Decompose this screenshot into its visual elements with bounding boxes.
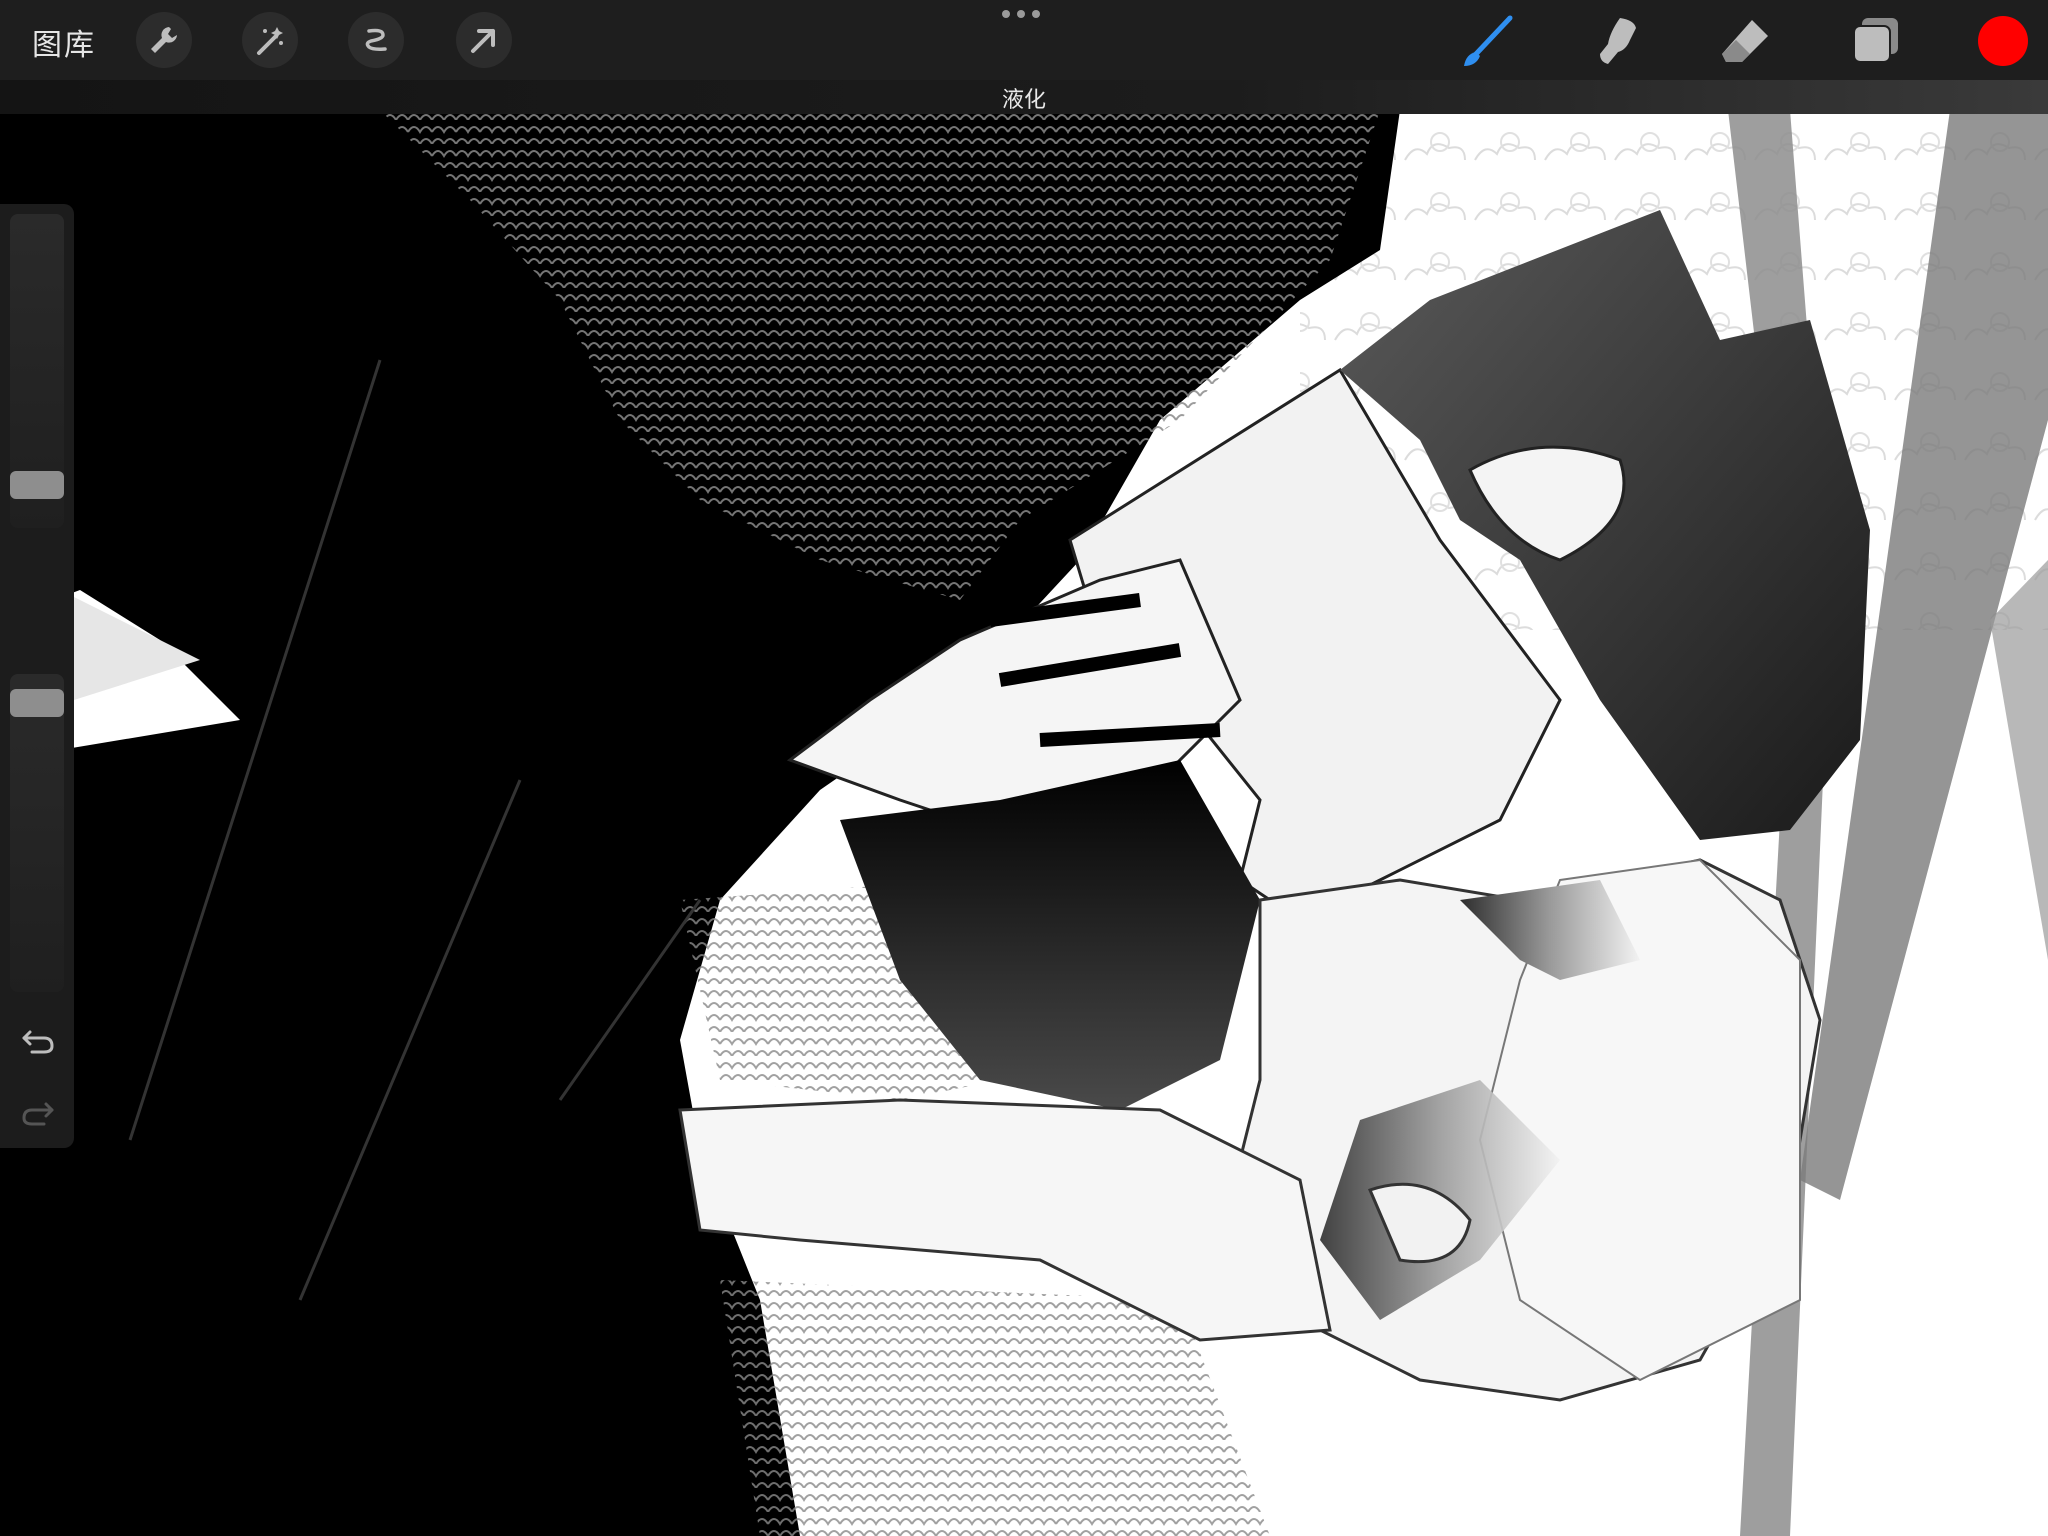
selection-button[interactable] xyxy=(348,12,404,68)
brush-size-thumb[interactable] xyxy=(10,471,64,500)
eraser-icon xyxy=(1722,20,1768,62)
transform-button[interactable] xyxy=(456,12,512,68)
redo-icon[interactable] xyxy=(18,1092,58,1132)
brush-icon xyxy=(1464,15,1513,66)
opacity-slider[interactable] xyxy=(10,674,64,992)
adjustments-button[interactable] xyxy=(242,12,298,68)
smudge-tool-button[interactable] xyxy=(1590,14,1644,68)
actions-button[interactable] xyxy=(136,12,192,68)
left-sidebar xyxy=(0,204,74,1148)
drawing-canvas[interactable] xyxy=(0,0,2048,1536)
wrench-icon xyxy=(151,27,177,53)
layers-icon xyxy=(1853,18,1898,63)
transform-arrow-icon xyxy=(471,29,495,53)
liquify-status-label: 液化 xyxy=(1001,88,1046,113)
eraser-tool-button[interactable] xyxy=(1718,14,1772,68)
brush-tool-button[interactable] xyxy=(1460,14,1514,68)
layers-button[interactable] xyxy=(1848,14,1902,68)
opacity-thumb[interactable] xyxy=(10,688,64,717)
more-options-icon[interactable] xyxy=(1002,10,1040,18)
gallery-button[interactable]: 图库 xyxy=(32,20,96,64)
smudge-icon xyxy=(1600,18,1636,64)
magic-wand-icon xyxy=(257,27,283,55)
color-picker-button[interactable] xyxy=(1978,16,2028,66)
selection-icon xyxy=(365,28,387,51)
undo-icon[interactable] xyxy=(18,1020,58,1060)
